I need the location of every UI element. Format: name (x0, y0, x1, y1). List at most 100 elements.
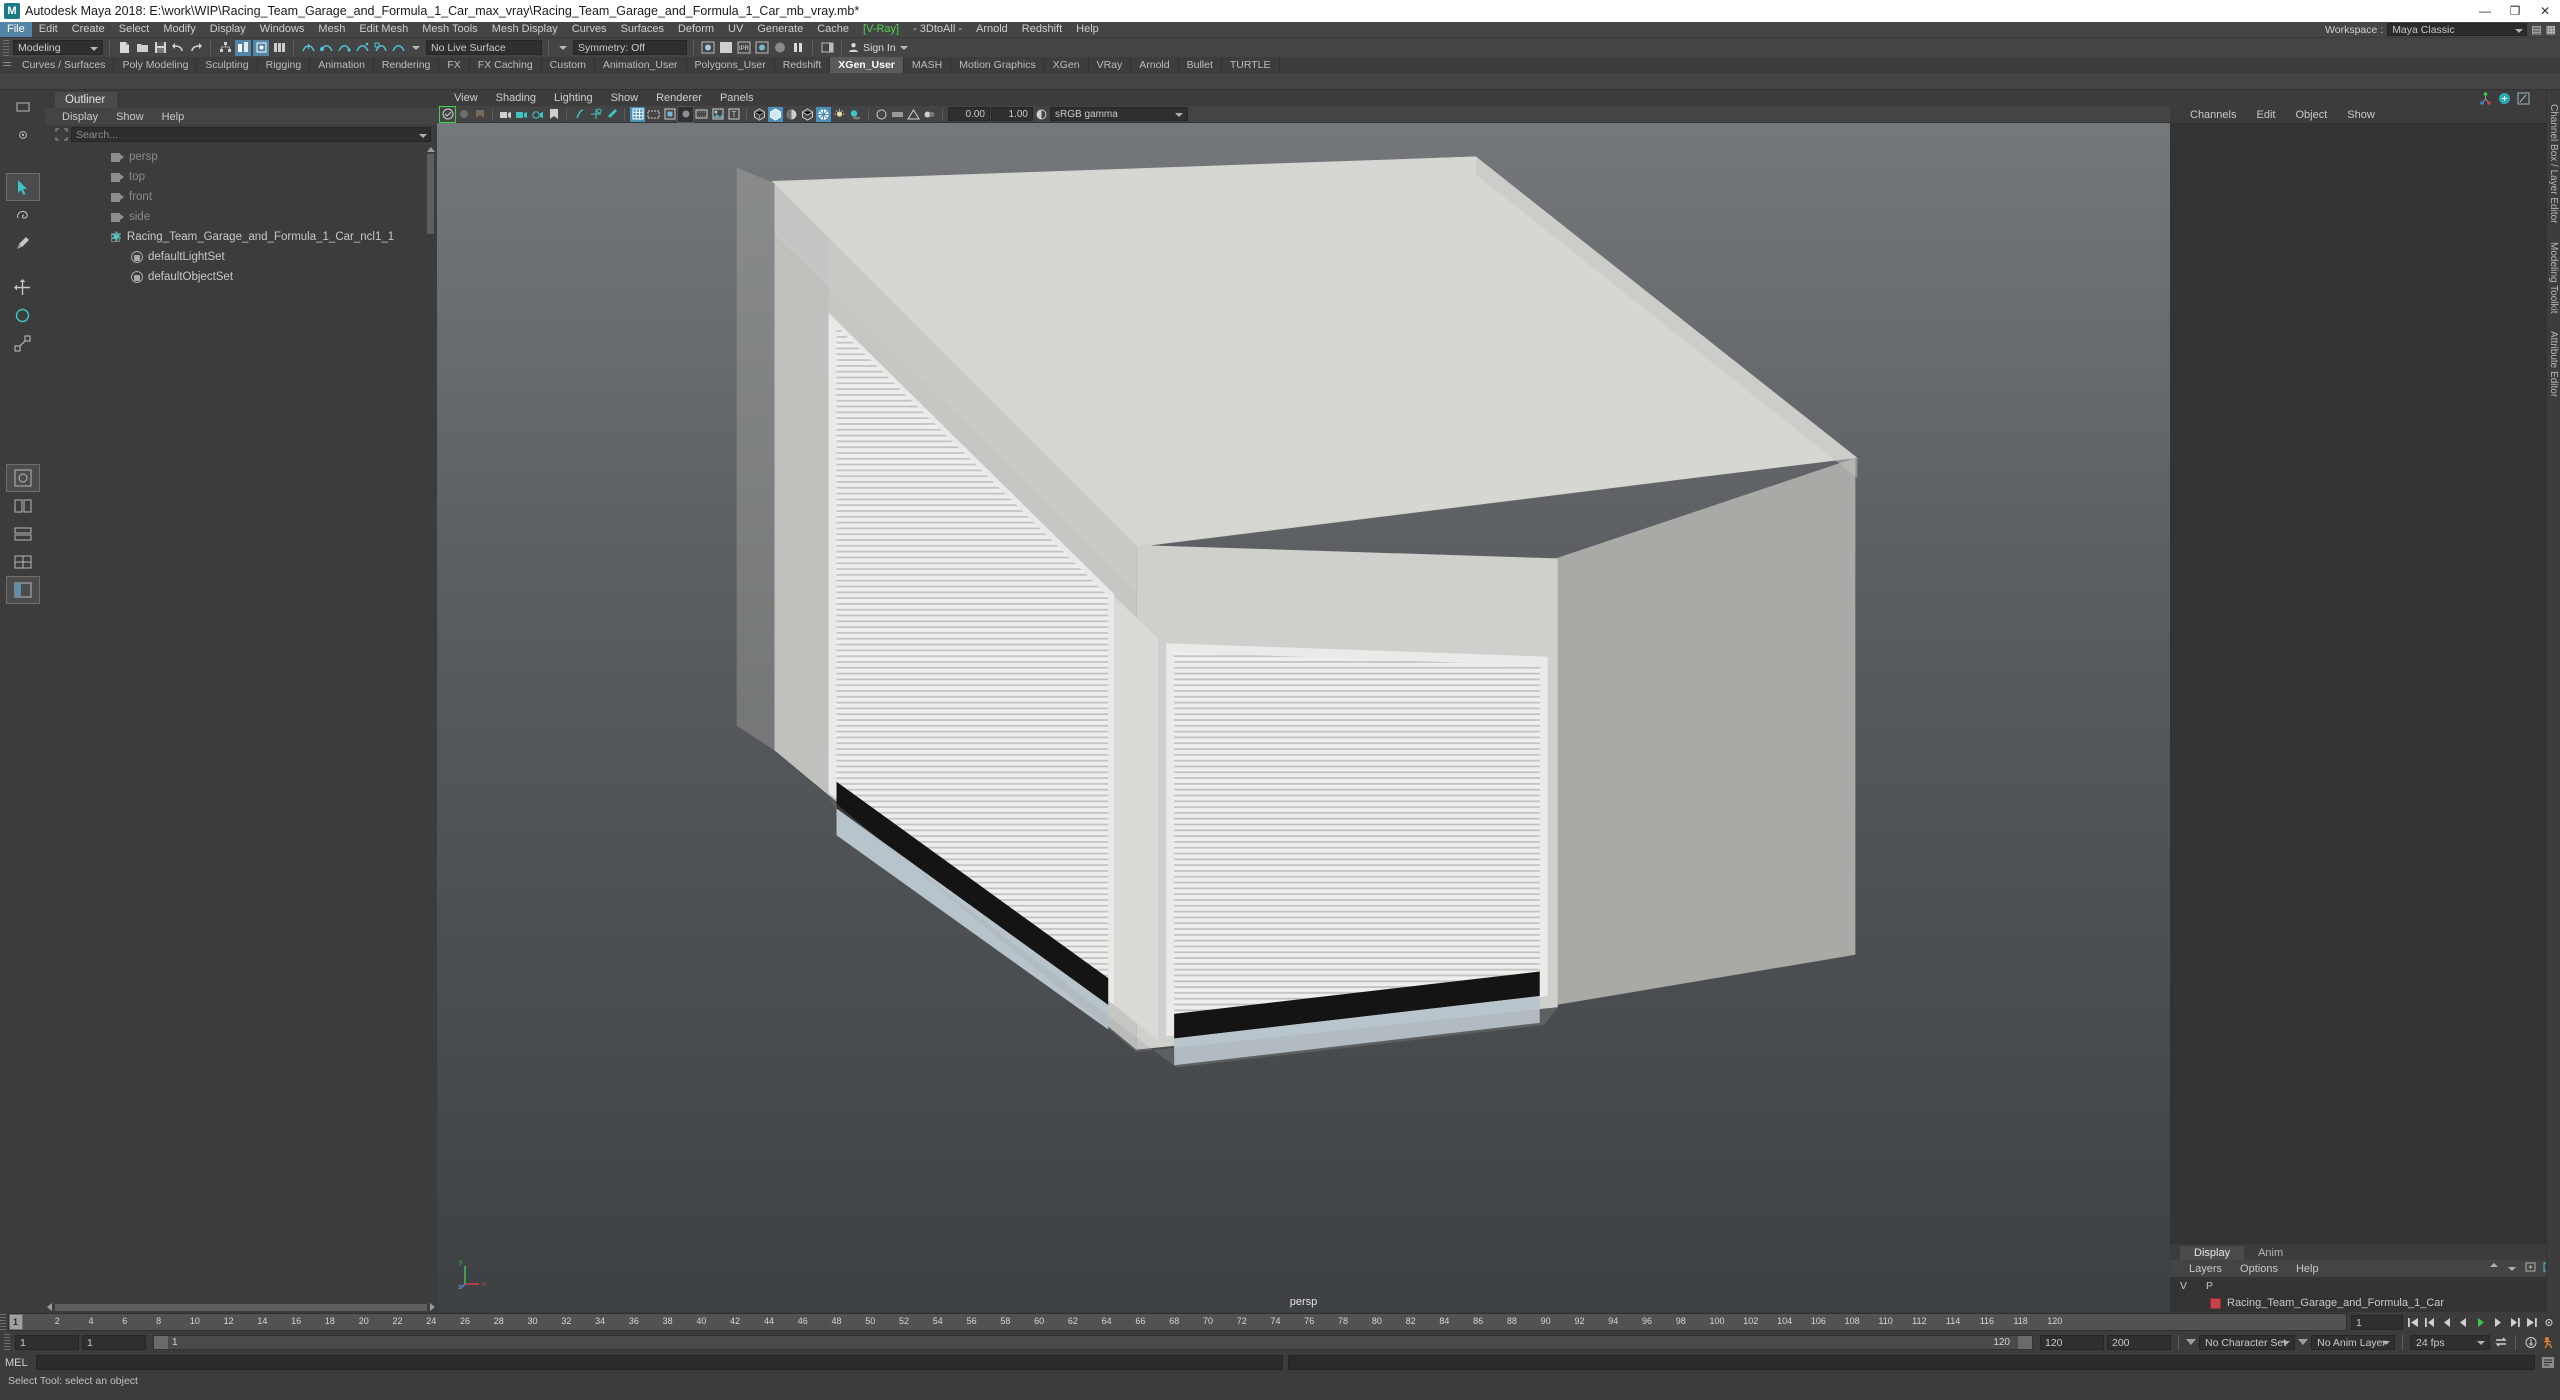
viewport-3d-canvas[interactable]: y x z persp (437, 123, 2170, 1312)
ipr-render-icon[interactable]: IPR (736, 40, 752, 56)
character-set-dropdown-icon[interactable] (2186, 1339, 2196, 1345)
range-handle-right[interactable] (2018, 1335, 2032, 1349)
shelf-tab-bullet[interactable]: Bullet (1179, 57, 1222, 73)
menu-file[interactable]: File (0, 22, 32, 37)
loop-playback-icon[interactable] (2493, 1335, 2508, 1350)
select-by-object-icon[interactable] (235, 39, 251, 56)
lock-camera-icon[interactable] (456, 107, 471, 122)
playback-start-field[interactable]: 1 (82, 1334, 146, 1350)
shelf-tab-polygons-user[interactable]: Polygons_User (687, 57, 775, 73)
layer-menu-layers[interactable]: Layers (2180, 1263, 2231, 1275)
resolution-gate-icon[interactable] (662, 107, 677, 122)
channelbox-menu-channels[interactable]: Channels (2180, 109, 2246, 121)
command-input[interactable] (36, 1355, 1283, 1370)
menu-surfaces[interactable]: Surfaces (614, 22, 671, 37)
keyframe-camera-icon[interactable] (514, 107, 529, 122)
step-back-frame-icon[interactable] (2439, 1315, 2454, 1330)
menu-mesh[interactable]: Mesh (311, 22, 352, 37)
tool-select-icon[interactable] (5, 173, 40, 201)
range-slider-bar[interactable]: 1 120 (153, 1334, 2033, 1350)
exposure-value-field[interactable]: 0.00 (948, 107, 990, 121)
select-by-component-icon[interactable] (253, 39, 269, 56)
menu-uv[interactable]: UV (721, 22, 750, 37)
menu-display[interactable]: Display (203, 22, 253, 37)
image-plane-icon[interactable] (572, 107, 587, 122)
step-forward-keyframe-icon[interactable] (2507, 1315, 2522, 1330)
film-gate-icon[interactable] (646, 107, 661, 122)
menu-deform[interactable]: Deform (671, 22, 721, 37)
shelf-tab-animation[interactable]: Animation (310, 57, 374, 73)
go-to-start-icon[interactable] (2405, 1315, 2420, 1330)
scroll-up-icon[interactable] (426, 147, 435, 152)
color-management-icon[interactable] (1034, 107, 1049, 122)
auto-keyframe-icon[interactable] (2523, 1335, 2538, 1350)
pause-render-icon[interactable] (790, 40, 806, 56)
dock-tab-modeling-toolkit[interactable]: Modeling Toolkit (2548, 242, 2559, 314)
menuset-select[interactable]: Modeling (13, 40, 103, 55)
shelf-tab-poly-modeling[interactable]: Poly Modeling (114, 57, 198, 73)
outliner-item-front[interactable]: + front (45, 187, 437, 207)
shelf-tab-rigging[interactable]: Rigging (258, 57, 311, 73)
viewport-menu-renderer[interactable]: Renderer (647, 92, 711, 104)
outliner-vertical-scrollbar[interactable] (426, 147, 435, 707)
range-start-field[interactable]: 1 (15, 1334, 79, 1350)
outliner-item-persp[interactable]: + persp (45, 147, 437, 167)
shelf-grip[interactable] (0, 57, 14, 73)
menu-curves[interactable]: Curves (565, 22, 614, 37)
layout-single-pane-icon[interactable] (5, 464, 40, 492)
camera-attributes-icon[interactable] (498, 107, 513, 122)
scroll-thumb[interactable] (55, 1303, 427, 1311)
layer-color-chip[interactable] (2210, 1297, 2221, 1309)
exposure-icon[interactable] (710, 107, 725, 122)
menu-create[interactable]: Create (65, 22, 112, 37)
expand-icon[interactable]: + (111, 232, 120, 242)
playback-end-field[interactable]: 120 (2040, 1334, 2104, 1350)
tool-scale-icon[interactable] (7, 330, 39, 356)
viewport-menu-panels[interactable]: Panels (711, 92, 763, 104)
go-to-end-icon[interactable] (2524, 1315, 2539, 1330)
modeling-toolkit-icon[interactable] (2498, 92, 2511, 105)
animation-preferences-button[interactable] (2541, 1335, 2556, 1350)
render-current-frame-icon[interactable] (700, 40, 716, 56)
outliner-item-default-object-set[interactable]: defaultObjectSet (45, 267, 437, 287)
shelf-tab-xgen-user[interactable]: XGen_User (830, 57, 904, 73)
character-set-field[interactable]: No Character Set (2199, 1334, 2296, 1350)
shelf-tab-motion-graphics[interactable]: Motion Graphics (951, 57, 1045, 73)
snap-projected-icon[interactable] (354, 40, 370, 56)
dock-tab-attribute-editor[interactable]: Attribute Editor (2548, 331, 2559, 397)
motion-blur-icon[interactable] (890, 107, 905, 122)
dock-tab-channel-box[interactable]: Channel Box / Layer Editor (2548, 104, 2559, 224)
range-handle-left[interactable] (154, 1335, 168, 1349)
signin-area[interactable]: Sign In (848, 42, 908, 54)
bookmark-icon[interactable] (546, 107, 561, 122)
open-scene-icon[interactable] (134, 40, 150, 56)
layer-row[interactable]: Racing_Team_Garage_and_Formula_1_Car (2170, 1294, 2560, 1312)
film-gate-display-icon[interactable] (694, 107, 709, 122)
channelbox-menu-edit[interactable]: Edit (2246, 109, 2285, 121)
current-time-indicator[interactable]: 1 (9, 1314, 23, 1330)
outliner-tree[interactable]: + persp + top + front + side + ✱ (45, 144, 437, 1302)
workspace-icon-1[interactable]: ▤ (2531, 23, 2541, 36)
toolbar-grip[interactable] (3, 39, 9, 56)
text-overlay-icon[interactable]: T (726, 107, 741, 122)
tool-settings-icon[interactable] (7, 122, 39, 148)
textured-shade-icon[interactable] (800, 107, 815, 122)
menu-mesh-display[interactable]: Mesh Display (485, 22, 565, 37)
shelf-tab-animation-user[interactable]: Animation_User (595, 57, 687, 73)
save-scene-icon[interactable] (152, 40, 168, 56)
grid-toggle-icon[interactable] (630, 106, 645, 122)
animation-end-field[interactable]: 200 (2107, 1334, 2171, 1350)
close-button[interactable]: ✕ (2530, 0, 2560, 22)
selection-filter-icon[interactable] (55, 128, 68, 141)
new-scene-icon[interactable] (116, 40, 132, 56)
shelf-tab-arnold[interactable]: Arnold (1131, 57, 1179, 73)
tool-paint-select-icon[interactable] (7, 230, 39, 256)
tool-move-icon[interactable] (7, 274, 39, 300)
channelbox-menu-object[interactable]: Object (2285, 109, 2337, 121)
play-backwards-icon[interactable] (2456, 1315, 2471, 1330)
menu-mesh-tools[interactable]: Mesh Tools (415, 22, 484, 37)
layout-three-pane-icon[interactable] (7, 521, 39, 547)
symmetry-dropdown-icon[interactable] (555, 40, 571, 56)
time-slider[interactable]: 1 2 4 6 8 10 12 14 16 18 20 22 24 26 28 30 32 34 36 38 40 42… (8, 1313, 2347, 1331)
hypershade-icon[interactable] (772, 40, 788, 56)
